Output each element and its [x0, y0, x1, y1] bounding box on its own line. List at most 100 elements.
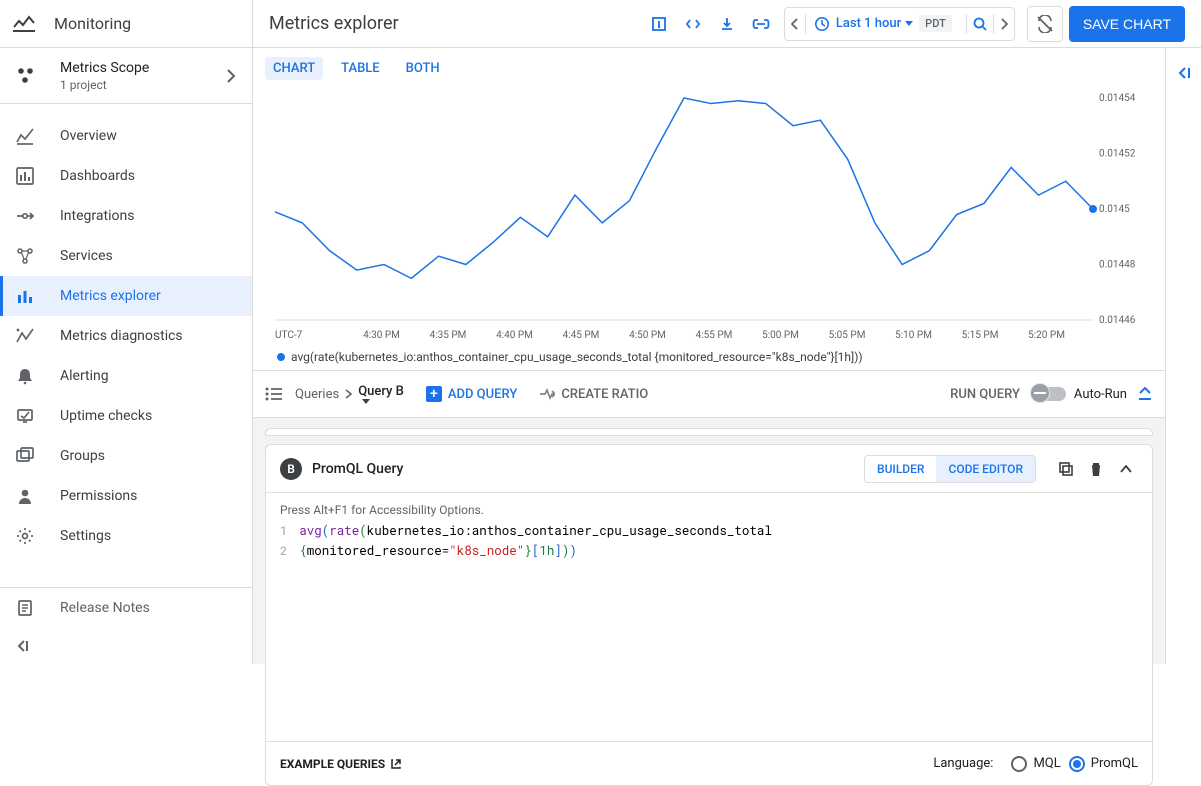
nav-metrics-explorer[interactable]: Metrics explorer [0, 276, 252, 316]
svg-text:4:35 PM: 4:35 PM [430, 330, 467, 341]
toggle-knob-icon [1030, 383, 1050, 403]
release-notes-icon [16, 599, 40, 617]
external-link-icon [390, 758, 402, 770]
tab-both[interactable]: BOTH [398, 57, 448, 80]
metrics-scope-selector[interactable]: Metrics Scope 1 project [0, 48, 252, 104]
svg-text:5:00 PM: 5:00 PM [762, 330, 799, 341]
lang-radio-promql[interactable]: PromQL [1069, 756, 1138, 772]
link-icon[interactable] [747, 10, 775, 38]
nav-release-notes[interactable]: Release Notes [0, 588, 252, 628]
time-range-button[interactable]: Last 1 hour PDT [806, 8, 966, 40]
groups-icon [16, 447, 40, 465]
legend-dot-icon [277, 353, 285, 361]
delete-icon[interactable] [1084, 457, 1108, 481]
nav-metrics-diagnostics[interactable]: Metrics diagnostics [0, 316, 252, 356]
collapse-sidebar-button[interactable] [0, 628, 252, 664]
run-query-button[interactable]: RUN QUERY [950, 387, 1020, 402]
ratio-icon [539, 387, 555, 401]
builder-mode-button[interactable]: BUILDER [865, 456, 936, 482]
alerting-icon [16, 367, 40, 385]
svg-text:5:20 PM: 5:20 PM [1028, 330, 1065, 341]
svg-text:0.0145: 0.0145 [1099, 204, 1130, 215]
language-label: Language: [933, 756, 993, 771]
time-next-button[interactable] [994, 8, 1014, 40]
nav-services[interactable]: Services [0, 236, 252, 276]
collapse-card-icon[interactable] [1114, 457, 1138, 481]
nav-dashboards[interactable]: Dashboards [0, 156, 252, 196]
product-header: Monitoring [0, 0, 252, 48]
sidebar: Monitoring Metrics Scope 1 project Overv… [0, 0, 253, 664]
product-title: Monitoring [54, 14, 131, 33]
nav-permissions[interactable]: Permissions [0, 476, 252, 516]
autorun-toggle[interactable]: Auto-Run [1034, 387, 1127, 402]
add-query-button[interactable]: + ADD QUERY [426, 386, 517, 402]
legend-label: avg(rate(kubernetes_io:anthos_container_… [291, 350, 863, 364]
services-icon [16, 247, 40, 265]
lang-radio-mql[interactable]: MQL [1011, 756, 1060, 772]
query-card-b: B PromQL Query BUILDER CODE EDITOR [265, 444, 1153, 786]
code-editor[interactable]: Press Alt+F1 for Accessibility Options. … [266, 493, 1152, 601]
nav-uptime-checks[interactable]: Uptime checks [0, 396, 252, 436]
main-panel: Metrics explorer Last 1 hour PDT [253, 0, 1201, 664]
code-icon[interactable] [679, 10, 707, 38]
integrations-icon [16, 207, 40, 225]
nav-overview[interactable]: Overview [0, 116, 252, 156]
svg-text:0.01446: 0.01446 [1099, 315, 1136, 326]
scope-icon [16, 66, 40, 86]
svg-text:0.01454: 0.01454 [1099, 93, 1136, 104]
view-tabs: CHART TABLE BOTH [253, 48, 1165, 88]
tab-table[interactable]: TABLE [333, 57, 388, 80]
example-queries-link[interactable]: EXAMPLE QUERIES [280, 757, 402, 771]
svg-text:4:50 PM: 4:50 PM [629, 330, 666, 341]
plus-icon: + [426, 386, 442, 402]
page-title: Metrics explorer [269, 13, 399, 34]
collapsed-query-a[interactable] [265, 428, 1153, 436]
svg-text:4:30 PM: 4:30 PM [363, 330, 400, 341]
create-ratio-button[interactable]: CREATE RATIO [539, 387, 648, 402]
settings-icon [16, 527, 40, 545]
svg-text:4:40 PM: 4:40 PM [496, 330, 533, 341]
diagnostics-icon [16, 327, 40, 345]
metrics-explorer-icon [16, 287, 40, 305]
permissions-icon [16, 487, 40, 505]
scope-title: Metrics Scope [60, 59, 226, 77]
query-title: PromQL Query [312, 461, 403, 477]
nav-groups[interactable]: Groups [0, 436, 252, 476]
svg-text:0.01448: 0.01448 [1099, 260, 1136, 271]
svg-text:4:55 PM: 4:55 PM [696, 330, 733, 341]
time-zoom-button[interactable] [967, 8, 993, 40]
time-prev-button[interactable] [785, 8, 805, 40]
save-chart-button[interactable]: SAVE CHART [1069, 6, 1185, 42]
code-editor-mode-button[interactable]: CODE EDITOR [936, 456, 1035, 482]
editor-hint: Press Alt+F1 for Accessibility Options. [280, 503, 1138, 517]
collapse-queries-button[interactable] [1137, 387, 1153, 401]
expand-right-panel-button[interactable] [1165, 48, 1201, 664]
autorefresh-off-icon[interactable] [1027, 6, 1063, 42]
current-query-selector[interactable]: Query B [358, 384, 404, 404]
chevron-right-icon [226, 69, 236, 83]
pin-icon[interactable] [645, 10, 673, 38]
svg-text:4:45 PM: 4:45 PM [563, 330, 600, 341]
line-gutter: 12 [280, 521, 299, 561]
svg-text:UTC-7: UTC-7 [275, 330, 303, 341]
queries-list-icon[interactable] [265, 387, 283, 401]
uptime-icon [16, 407, 40, 425]
line-chart: 0.014540.014520.01450.014480.01446UTC-74… [265, 88, 1153, 348]
nav-alerting[interactable]: Alerting [0, 356, 252, 396]
queries-label[interactable]: Queries [295, 387, 339, 402]
nav-settings[interactable]: Settings [0, 516, 252, 556]
time-range-selector: Last 1 hour PDT [784, 7, 1015, 41]
tab-chart[interactable]: CHART [265, 57, 323, 80]
svg-text:5:15 PM: 5:15 PM [962, 330, 999, 341]
editor-mode-switch: BUILDER CODE EDITOR [864, 455, 1036, 483]
chart-area: 0.014540.014520.01450.014480.01446UTC-74… [253, 88, 1165, 348]
monitoring-logo-icon [12, 12, 36, 36]
chart-legend: avg(rate(kubernetes_io:anthos_container_… [253, 348, 1165, 370]
code-content: avg(rate(kubernetes_io:anthos_container_… [299, 521, 772, 561]
topbar: Metrics explorer Last 1 hour PDT [253, 0, 1201, 48]
timezone-badge: PDT [919, 15, 952, 32]
nav-integrations[interactable]: Integrations [0, 196, 252, 236]
copy-icon[interactable] [1054, 457, 1078, 481]
scope-subtitle: 1 project [60, 78, 226, 92]
download-icon[interactable] [713, 10, 741, 38]
